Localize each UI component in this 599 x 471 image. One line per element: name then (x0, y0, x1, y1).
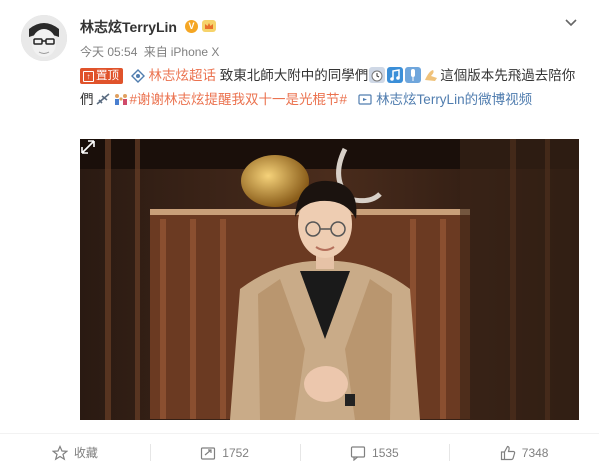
favorite-label: 收藏 (73, 446, 98, 460)
post-meta: 今天 05:54 来自 iPhone X (80, 44, 222, 60)
pinned-label: 置顶 (96, 70, 119, 82)
post-text-part1: 致東北師大附中的同學們 (216, 68, 369, 83)
music-note-emoji (387, 67, 404, 83)
favorite-button[interactable]: 收藏 (0, 434, 150, 471)
star-icon (51, 444, 68, 461)
video-player[interactable] (80, 139, 579, 420)
avatar[interactable] (21, 15, 67, 61)
comment-button[interactable]: 1535 (299, 434, 450, 471)
like-button[interactable]: 7348 (449, 434, 599, 471)
thumbs-up-icon (500, 445, 515, 460)
pinned-badge: ↑ 置顶 (80, 68, 123, 84)
video-link-label: 林志炫TerryLin的微博视频 (376, 92, 533, 107)
video-frame (80, 139, 579, 420)
chevron-down-icon[interactable] (563, 14, 579, 30)
video-icon (358, 94, 372, 105)
fullscreen-icon[interactable] (80, 139, 96, 155)
repost-count: 1752 (222, 445, 249, 460)
comment-icon (350, 445, 366, 461)
comment-count: 1535 (372, 445, 399, 460)
supertopic-label: 林志炫超话 (148, 68, 217, 83)
repost-icon (201, 446, 216, 460)
source-prefix: 来自 (143, 45, 168, 59)
microphone-emoji (405, 67, 422, 83)
post-source[interactable]: iPhone X (171, 45, 220, 59)
supertopic-link[interactable]: 林志炫超话 (130, 68, 217, 83)
avatar-photo (21, 15, 67, 61)
author-name[interactable]: 林志炫TerryLin (80, 17, 177, 37)
airplane-emoji (95, 91, 111, 107)
verified-badge: V (185, 20, 198, 33)
repost-button[interactable]: 1752 (149, 434, 300, 471)
pin-icon: ↑ (83, 71, 94, 82)
action-bar: 收藏 1752 1535 7348 (0, 434, 599, 471)
praying-hands-emoji (423, 67, 439, 83)
crown-icon[interactable] (201, 18, 217, 34)
weibo-post-card: 林志炫TerryLin V 今天 05:54 来自 iPhone X ↑ 置顶 林志… (0, 0, 599, 471)
post-text: ↑ 置顶 林志炫超话 致東北師大附中的同學們 這個版本先飛過去陪你們 #谢谢林志炫提醒… (80, 64, 585, 112)
family-emoji (113, 91, 129, 107)
like-count: 7348 (521, 445, 549, 460)
supertopic-icon (130, 69, 145, 83)
hashtag-link[interactable]: #谢谢林志炫提醒我双十一是光棍节# (130, 92, 348, 107)
alarm-clock-emoji (369, 67, 386, 83)
post-time[interactable]: 今天 05:54 (80, 45, 137, 59)
video-link[interactable]: 林志炫TerryLin的微博视频 (358, 92, 532, 107)
